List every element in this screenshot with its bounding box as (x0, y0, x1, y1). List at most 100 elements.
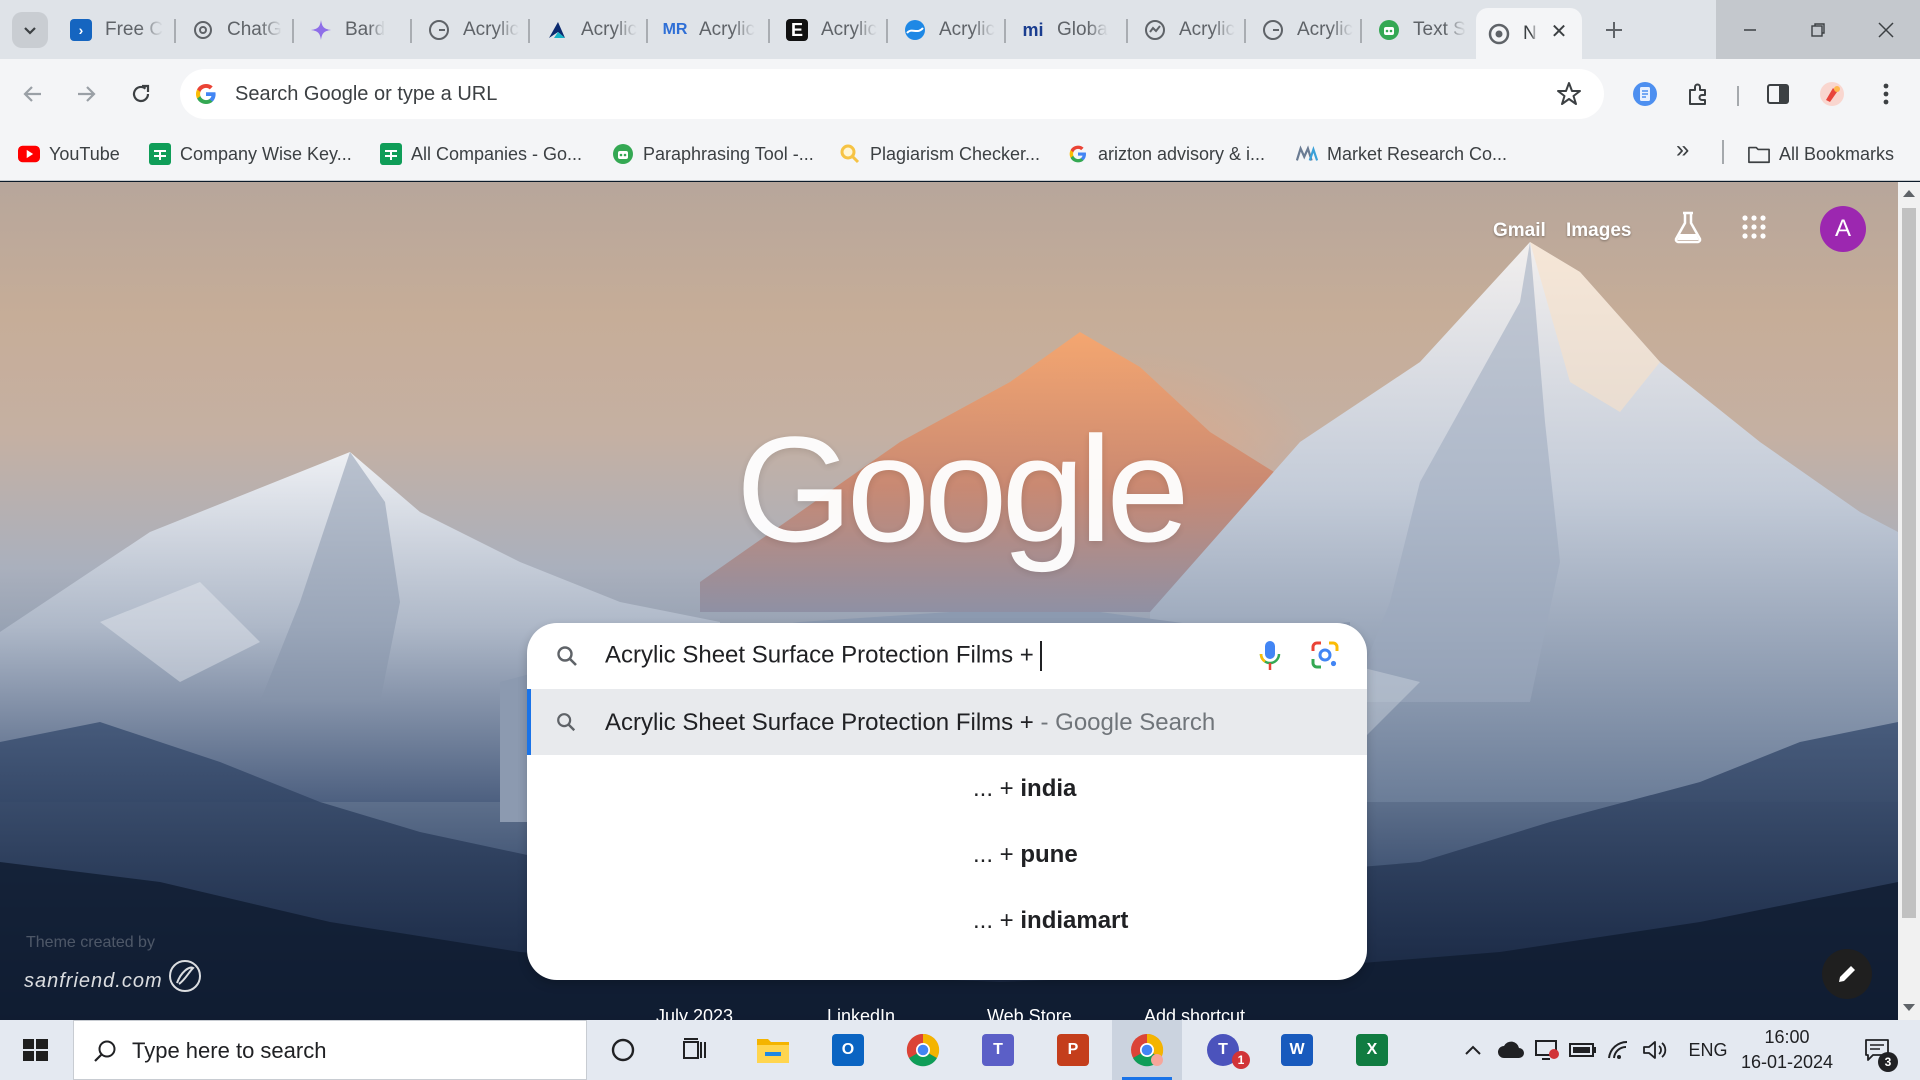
monitor-alert-icon (1535, 1040, 1559, 1060)
taskbar-excel[interactable]: X (1337, 1020, 1407, 1080)
shortcut-linkedin[interactable]: LinkedIn (827, 1006, 895, 1020)
suggestion-term: pune (1020, 841, 1078, 868)
volume-tray[interactable] (1638, 1020, 1672, 1080)
language-indicator[interactable]: ENG (1682, 1020, 1734, 1080)
suggestion-item[interactable]: ... + india (527, 755, 1367, 821)
tab-10[interactable]: Acrylic (1132, 10, 1244, 50)
shortcut-add[interactable]: Add shortcut (1144, 1006, 1245, 1020)
taskbar-clock[interactable]: 16:00 16-01-2024 (1740, 1025, 1834, 1075)
tab-title: Acrylic (463, 19, 519, 40)
windows-start-icon[interactable] (14, 1032, 56, 1073)
minimize-button[interactable] (1716, 0, 1784, 59)
apps-grid-icon[interactable] (1742, 215, 1766, 244)
show-hidden-icons-button[interactable] (1458, 1020, 1488, 1080)
tab-3[interactable]: Bard (298, 10, 410, 50)
google-lens-icon[interactable] (1310, 640, 1340, 675)
customize-chrome-button[interactable] (1822, 949, 1872, 999)
all-bookmarks-button[interactable]: All Bookmarks (1748, 141, 1894, 167)
tab-divider (174, 19, 176, 43)
search-input[interactable]: Acrylic Sheet Surface Protection Films + (605, 641, 1042, 671)
shortcut-web-store[interactable]: Web Store (987, 1006, 1072, 1020)
bookmark-plagiarism[interactable]: Plagiarism Checker... (839, 141, 1040, 167)
forward-button[interactable] (66, 74, 106, 114)
taskbar-file-explorer[interactable] (738, 1020, 808, 1080)
task-view-button[interactable] (660, 1020, 730, 1080)
bookmark-company-wise[interactable]: Company Wise Key... (149, 141, 352, 167)
chrome-icon (906, 1033, 940, 1067)
scroll-thumb[interactable] (1902, 208, 1916, 918)
tab-12[interactable]: Text S (1366, 10, 1476, 50)
extension-doc-icon[interactable] (1627, 76, 1663, 112)
images-link[interactable]: Images (1566, 220, 1631, 242)
onedrive-tray[interactable] (1494, 1020, 1528, 1080)
scroll-up-icon[interactable] (1903, 190, 1915, 197)
bookmark-paraphrasing[interactable]: Paraphrasing Tool -... (612, 141, 814, 167)
forward-arrow-icon (78, 86, 96, 102)
bookmark-market-research[interactable]: Market Research Co... (1296, 141, 1507, 167)
bookmark-star-icon[interactable] (1556, 81, 1582, 112)
reload-button[interactable] (121, 74, 161, 114)
taskbar-powerpoint[interactable]: P (1038, 1020, 1108, 1080)
tab-title: Text S (1413, 19, 1466, 40)
close-window-button[interactable] (1852, 0, 1920, 59)
tab-8[interactable]: Acrylic (892, 10, 1004, 50)
kebab-menu-icon[interactable] (1868, 76, 1904, 112)
taskbar-teams-personal[interactable]: T 1 (1188, 1020, 1258, 1080)
labs-flask-icon[interactable] (1672, 210, 1704, 249)
cortana-button[interactable] (588, 1020, 658, 1080)
tab-2[interactable]: ChatG (180, 10, 292, 50)
tab-1[interactable]: › Free C (58, 10, 174, 50)
suggestion-item[interactable]: ... + indiamart (527, 887, 1367, 953)
new-tab-button[interactable] (1596, 12, 1632, 48)
gmail-link[interactable]: Gmail (1493, 220, 1546, 242)
bookmark-all-companies[interactable]: All Companies - Go... (380, 141, 582, 167)
suggestion-google-search[interactable]: Acrylic Sheet Surface Protection Films +… (527, 689, 1367, 755)
google-icon (1067, 143, 1089, 165)
suggestion-item[interactable]: ... + pune (527, 821, 1367, 887)
theme-author[interactable]: sanfriend.com (24, 970, 163, 993)
tab-search-button[interactable] (12, 12, 48, 48)
search-query-text: Acrylic Sheet Surface Protection Films + (605, 641, 1034, 669)
tab-active[interactable]: N ✕ (1476, 8, 1582, 59)
taskbar-teams[interactable]: T (963, 1020, 1033, 1080)
mrc-icon (1296, 143, 1318, 165)
tab-11[interactable]: Acrylic (1250, 10, 1360, 50)
battery-tray[interactable] (1566, 1020, 1600, 1080)
search-box[interactable]: Acrylic Sheet Surface Protection Films + (527, 623, 1367, 689)
battery-icon (1569, 1043, 1596, 1057)
magnifier-icon (839, 143, 861, 165)
side-panel-icon[interactable] (1760, 76, 1796, 112)
text-caret (1039, 641, 1042, 671)
back-button[interactable] (13, 74, 53, 114)
page-scrollbar[interactable] (1898, 182, 1920, 1020)
clock-time: 16:00 (1764, 1027, 1810, 1047)
close-tab-icon[interactable]: ✕ (1548, 20, 1570, 43)
voice-search-mic-icon[interactable] (1259, 640, 1281, 677)
theme-credit[interactable]: Theme created by (26, 934, 155, 952)
wifi-tray[interactable] (1602, 1020, 1636, 1080)
taskbar-search-box[interactable]: Type here to search (73, 1020, 587, 1080)
notification-center-button[interactable]: 3 (1852, 1020, 1902, 1080)
taskbar-word[interactable]: W (1262, 1020, 1332, 1080)
wifi-icon (1608, 1040, 1628, 1059)
restore-button[interactable] (1784, 0, 1852, 59)
taskbar-chrome-active[interactable] (1112, 1020, 1182, 1080)
tab-5[interactable]: Acrylic (534, 10, 646, 50)
bookmark-youtube[interactable]: YouTube (18, 141, 120, 167)
taskbar-chrome[interactable] (888, 1020, 958, 1080)
address-bar[interactable]: Search Google or type a URL (180, 69, 1604, 119)
taskbar-outlook[interactable]: O (813, 1020, 883, 1080)
profile-extension-icon[interactable] (1814, 76, 1850, 112)
google-favicon (1262, 19, 1284, 41)
bookmark-arizton[interactable]: arizton advisory & i... (1067, 141, 1265, 167)
more-bookmarks-chevron-icon[interactable]: » (1676, 136, 1689, 164)
shortcut-july-2023[interactable]: July 2023 (656, 1006, 733, 1020)
tab-9[interactable]: mi Globa (1010, 10, 1126, 50)
tab-7[interactable]: E Acrylic (774, 10, 886, 50)
account-avatar[interactable]: A (1820, 206, 1866, 252)
extensions-puzzle-icon[interactable] (1680, 76, 1716, 112)
scroll-down-icon[interactable] (1903, 1004, 1915, 1011)
tab-6[interactable]: MR Acrylic (652, 10, 768, 50)
tab-4[interactable]: Acrylic (416, 10, 528, 50)
monitor-tray[interactable] (1530, 1020, 1564, 1080)
